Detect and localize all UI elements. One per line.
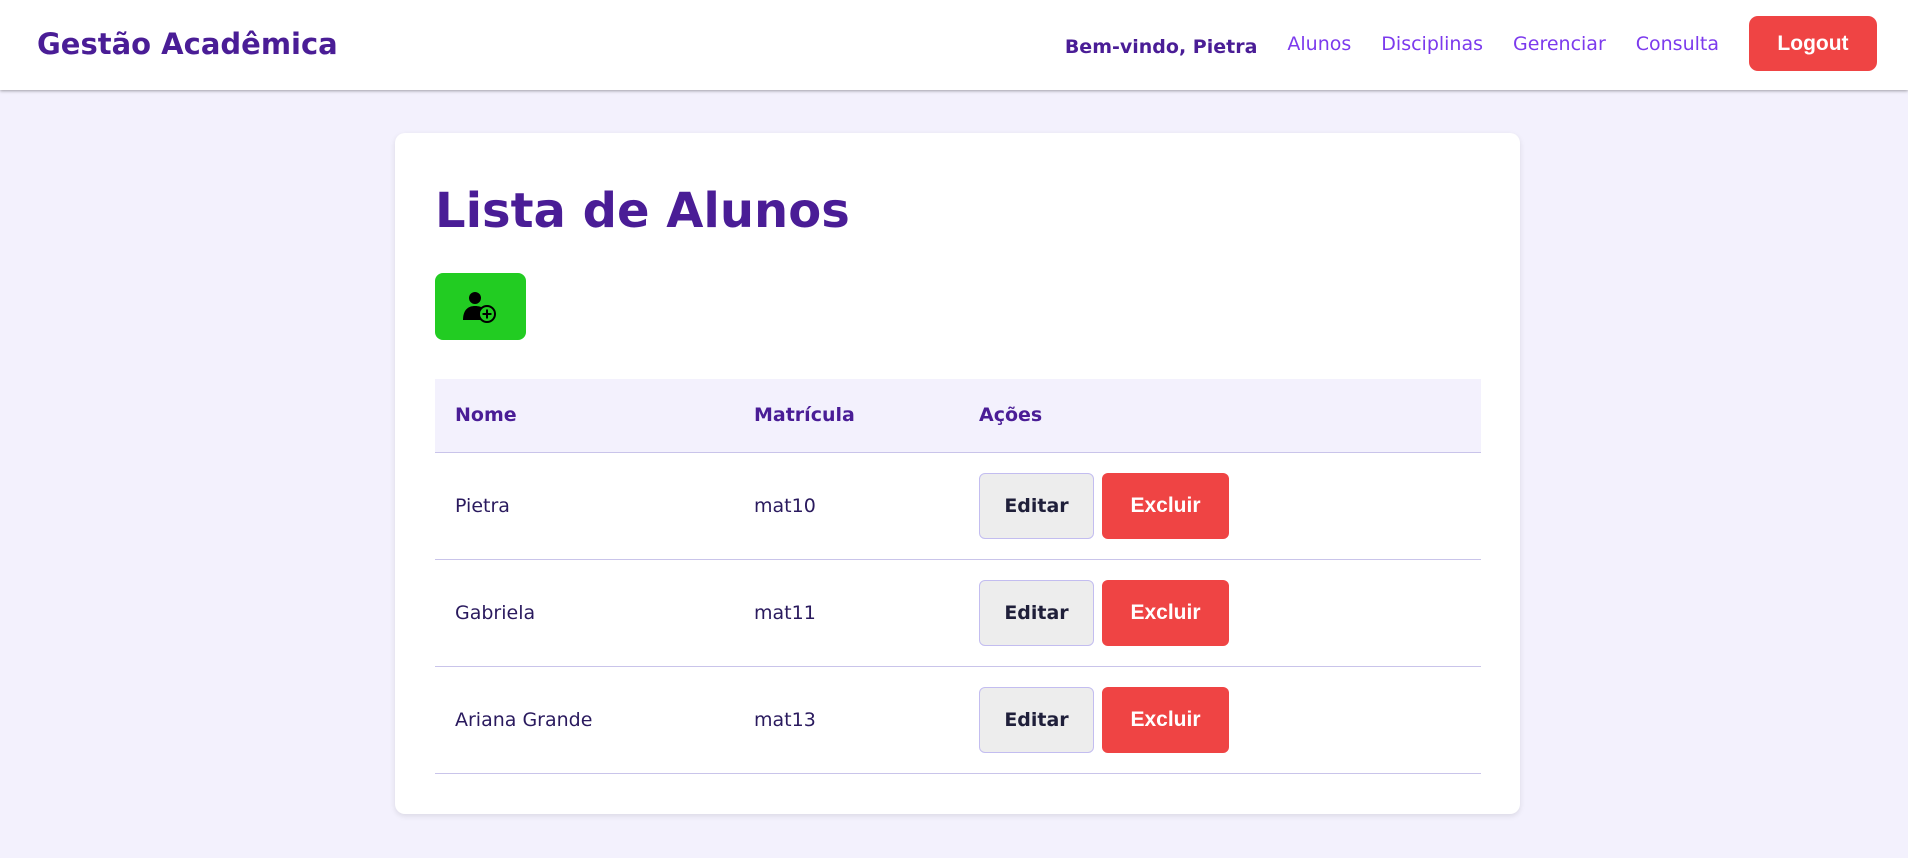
row-actions: Editar Excluir	[959, 666, 1481, 774]
delete-button[interactable]: Excluir	[1102, 686, 1229, 753]
nav-link-consulta[interactable]: Consulta	[1636, 33, 1719, 55]
student-list-card: Lista de Alunos Nome Matrícula Ações Pie…	[395, 133, 1520, 814]
user-plus-icon	[463, 292, 496, 323]
table-row: Pietra mat10 Editar Excluir	[435, 452, 1481, 560]
top-navbar: Gestão Acadêmica Bem-vindo, Pietra Aluno…	[0, 0, 1908, 90]
add-student-button[interactable]	[435, 273, 526, 340]
row-actions: Editar Excluir	[959, 452, 1481, 560]
student-matricula: mat13	[734, 666, 959, 774]
student-matricula: mat10	[734, 452, 959, 560]
student-name: Ariana Grande	[435, 666, 734, 774]
nav-link-gerenciar[interactable]: Gerenciar	[1513, 33, 1606, 55]
nav-link-disciplinas[interactable]: Disciplinas	[1381, 33, 1483, 55]
students-table: Nome Matrícula Ações Pietra mat10 Editar…	[435, 379, 1481, 774]
edit-button[interactable]: Editar	[979, 472, 1094, 539]
page-title: Lista de Alunos	[435, 183, 850, 239]
logout-button[interactable]: Logout	[1749, 16, 1877, 71]
nav-menu: Bem-vindo, Pietra Alunos Disciplinas Ger…	[1065, 16, 1877, 71]
column-header-acoes: Ações	[959, 379, 1481, 453]
student-name: Gabriela	[435, 559, 734, 667]
edit-button[interactable]: Editar	[979, 686, 1094, 753]
delete-button[interactable]: Excluir	[1102, 472, 1229, 539]
edit-button[interactable]: Editar	[979, 579, 1094, 646]
student-name: Pietra	[435, 452, 734, 560]
column-header-nome: Nome	[435, 379, 734, 453]
table-row: Ariana Grande mat13 Editar Excluir	[435, 666, 1481, 774]
brand-title[interactable]: Gestão Acadêmica	[37, 27, 338, 61]
table-row: Gabriela mat11 Editar Excluir	[435, 559, 1481, 667]
table-header-row: Nome Matrícula Ações	[435, 379, 1481, 453]
welcome-text: Bem-vindo, Pietra	[1064, 35, 1258, 58]
delete-button[interactable]: Excluir	[1102, 579, 1229, 646]
nav-link-alunos[interactable]: Alunos	[1287, 33, 1351, 55]
student-matricula: mat11	[734, 559, 959, 667]
column-header-matricula: Matrícula	[734, 379, 959, 453]
row-actions: Editar Excluir	[959, 559, 1481, 667]
